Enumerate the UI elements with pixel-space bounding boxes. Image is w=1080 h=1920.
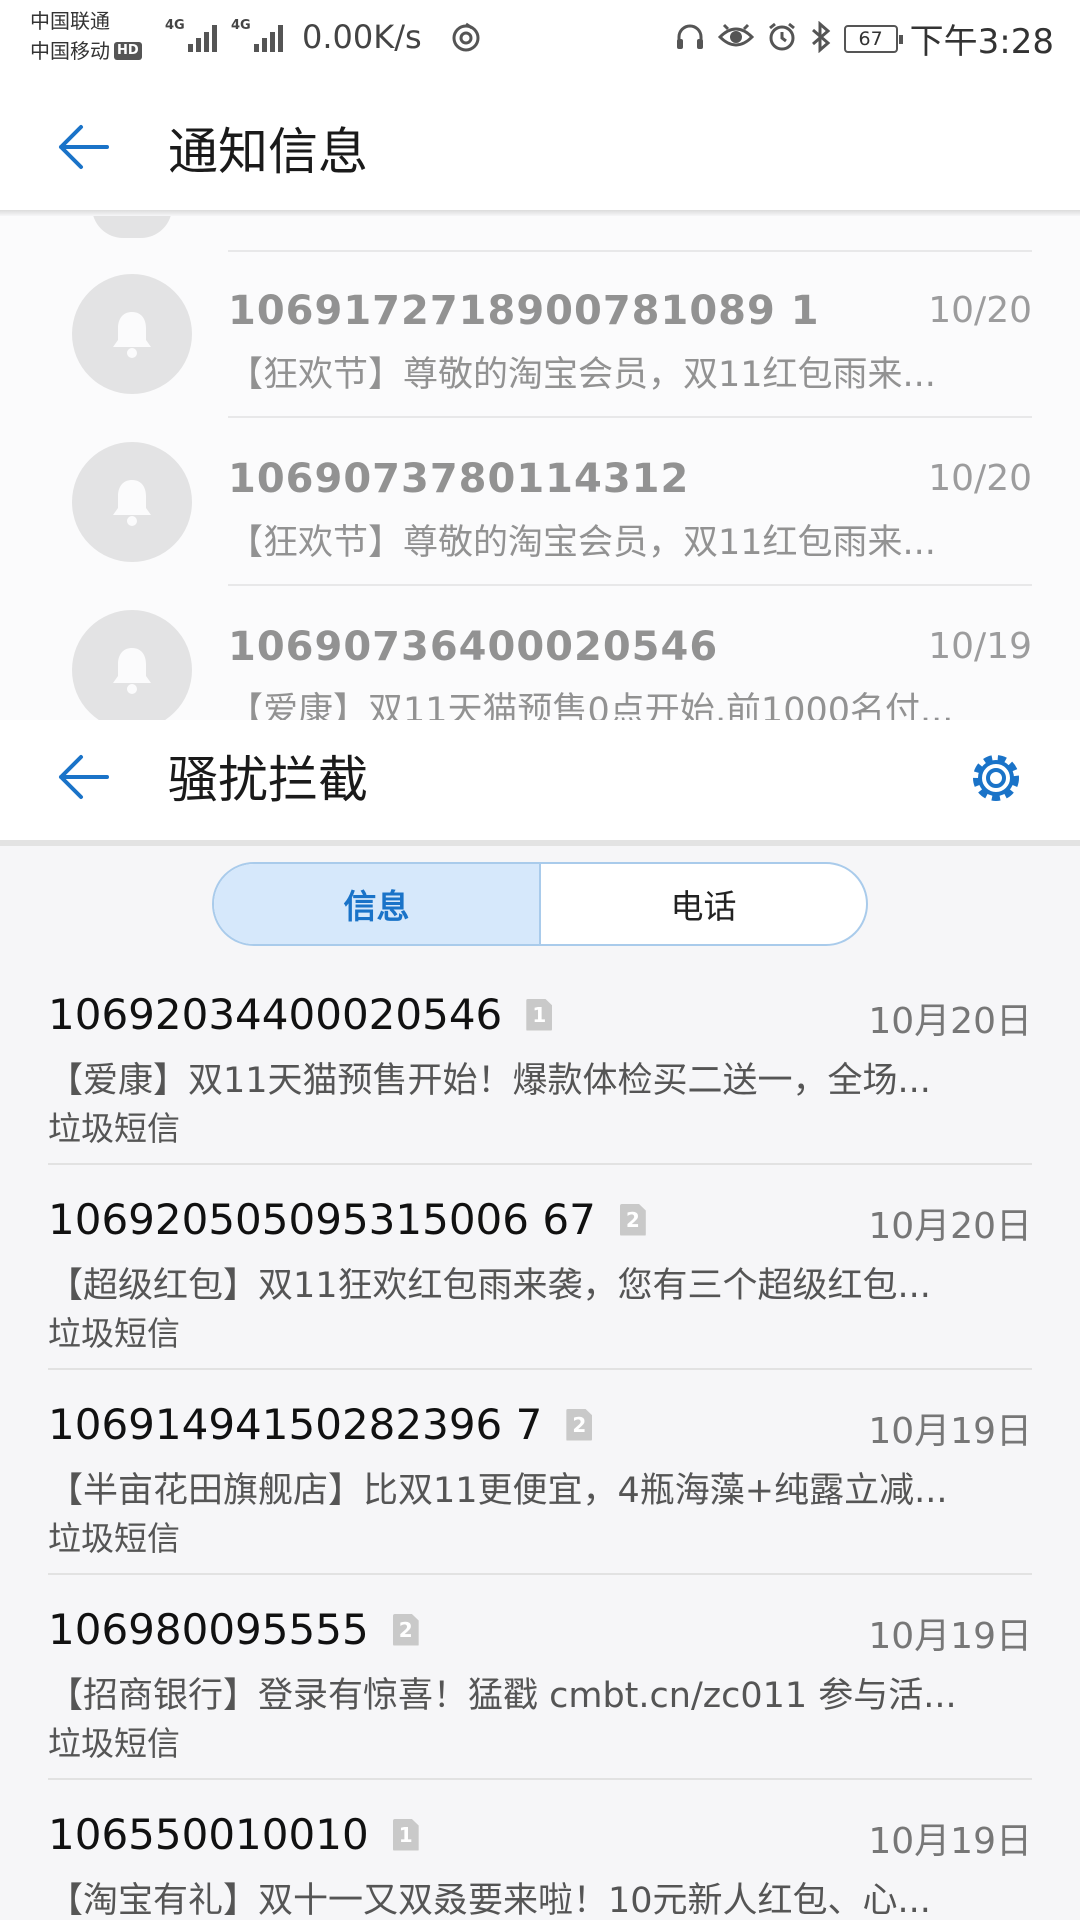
network-type-1: 4G (165, 18, 185, 33)
message-date: 10月19日 (868, 1821, 1032, 1862)
page-title: 通知信息 (168, 123, 368, 181)
avatar (72, 274, 192, 394)
settings-button[interactable] (960, 742, 1032, 814)
list-item[interactable]: 1069172718900781089 1 10/20 【狂欢节】尊敬的淘宝会员… (0, 250, 1080, 418)
message-preview: 【超级红包】双11狂欢红包雨来袭，您有三个超级红包... (48, 1266, 931, 1306)
signal-strength-icon: 4G (231, 18, 283, 52)
sender-row: 106550010010 1 (48, 1810, 419, 1859)
spam-filter-header: 骚扰拦截 (0, 720, 1080, 846)
page-title: 骚扰拦截 (168, 751, 368, 809)
sim-card-icon: 2 (619, 1203, 646, 1236)
arrow-left-icon (59, 755, 109, 799)
message-date: 10月19日 (868, 1411, 1032, 1452)
network-speed: 0.00K/s (302, 18, 422, 56)
message-preview: 【爱康】双11天猫预售开始！爆款体检买二送一，全场... (48, 1061, 931, 1101)
list-item[interactable]: 106550010010 1 10月19日 【淘宝有礼】双十一又双叒要来啦！10… (0, 1780, 1080, 1920)
sim-card-icon: 1 (526, 998, 553, 1031)
avatar (72, 610, 192, 720)
sender-row: 10692034400020546 1 (48, 990, 553, 1039)
back-button[interactable] (48, 742, 118, 812)
spam-label: 垃圾短信 (48, 1519, 180, 1558)
bell-icon (113, 312, 151, 358)
sender-number: 10691494150282396 7 (48, 1400, 543, 1449)
list-item[interactable]: 10692034400020546 1 10月20日 【爱康】双11天猫预售开始… (0, 960, 1080, 1165)
spam-message-list[interactable]: 10692034400020546 1 10月20日 【爱康】双11天猫预售开始… (0, 960, 1080, 1920)
sender-number: 106550010010 (48, 1810, 369, 1859)
list-item[interactable]: 106980095555 2 10月19日 【招商银行】登录有惊喜！猛戳 cmb… (0, 1575, 1080, 1780)
carrier-2: 中国移动 (30, 39, 110, 63)
status-icons: 67 下午3:28 (674, 14, 1054, 63)
sender-number: 106920505095315006 67 (48, 1195, 596, 1244)
list-item[interactable]: 106920505095315006 67 2 10月20日 【超级红包】双11… (0, 1165, 1080, 1370)
tab-calls[interactable]: 电话 (541, 864, 866, 944)
bluetooth-icon (810, 20, 832, 57)
message-date: 10/20 (928, 290, 1032, 331)
message-date: 10月20日 (868, 1001, 1032, 1042)
bell-icon (113, 480, 151, 526)
sender-number: 1069073780114312 (228, 456, 690, 502)
alarm-icon (766, 21, 798, 57)
message-preview: 【招商银行】登录有惊喜！猛戳 cmbt.cn/zc011 参与活... (48, 1676, 957, 1716)
header-divider (0, 840, 1080, 846)
message-preview: 【狂欢节】尊敬的淘宝会员，双11红包雨来... (228, 523, 936, 563)
message-preview: 【狂欢节】尊敬的淘宝会员，双11红包雨来... (228, 355, 936, 395)
signal-strength-icon: 4G (165, 18, 217, 52)
notifications-header: 通知信息 (0, 80, 1080, 216)
list-item[interactable]: 10690736400020546 10/19 【爱康】双11天猫预售0点开始,… (0, 586, 1080, 720)
sim-card-icon: 2 (566, 1408, 593, 1441)
network-type-2: 4G (231, 18, 251, 33)
sender-number: 1069172718900781089 1 (228, 288, 820, 334)
status-bar: 中国联通 中国移动 HD 4G 4G 0.00K/s 67 下午3:28 (0, 0, 1080, 80)
spam-label: 垃圾短信 (48, 1109, 180, 1148)
message-date: 10月19日 (868, 1616, 1032, 1657)
list-item[interactable]: 10691494150282396 7 2 10月19日 【半亩花田旗舰店】比双… (0, 1370, 1080, 1575)
message-preview: 【淘宝有礼】双十一又双叒要来啦！10元新人红包、心... (48, 1881, 931, 1920)
segmented-control: 信息 电话 (212, 862, 868, 946)
sim-card-icon: 1 (392, 1818, 419, 1851)
avatar (92, 216, 172, 238)
clock: 下午3:28 (909, 22, 1054, 62)
message-date: 10月20日 (868, 1206, 1032, 1247)
message-date: 10/20 (928, 458, 1032, 499)
eye-icon (717, 21, 754, 57)
avatar (72, 442, 192, 562)
hd-badge: HD (114, 42, 142, 60)
battery-indicator: 67 (843, 24, 903, 53)
signal-indicators: 4G 4G (165, 18, 283, 52)
message-date: 10/19 (928, 626, 1032, 667)
notification-list[interactable]: 1069172718900781089 1 10/20 【狂欢节】尊敬的淘宝会员… (0, 216, 1080, 720)
bell-icon (113, 648, 151, 694)
tab-messages[interactable]: 信息 (214, 864, 541, 944)
sender-number: 10690736400020546 (228, 624, 719, 670)
sender-row: 106980095555 2 (48, 1605, 419, 1654)
back-button[interactable] (48, 112, 118, 182)
sim-card-icon: 2 (392, 1613, 419, 1646)
arrow-left-icon (59, 125, 109, 169)
sender-row: 106920505095315006 67 2 (48, 1195, 646, 1244)
message-preview: 【爱康】双11天猫预售0点开始,前1000名付... (228, 691, 954, 720)
spam-label: 垃圾短信 (48, 1314, 180, 1353)
carrier-info: 中国联通 中国移动 HD (30, 6, 142, 66)
sender-number: 10692034400020546 (48, 990, 503, 1039)
spam-label: 垃圾短信 (48, 1724, 180, 1763)
list-item[interactable]: 1069073780114312 10/20 【狂欢节】尊敬的淘宝会员，双11红… (0, 418, 1080, 586)
sender-number: 106980095555 (48, 1605, 369, 1654)
message-preview: 【半亩花田旗舰店】比双11更便宜，4瓶海藻+纯露立减... (48, 1471, 948, 1511)
hotspot-icon (450, 22, 482, 58)
sender-row: 10691494150282396 7 2 (48, 1400, 593, 1449)
gear-icon (973, 755, 1019, 801)
headset-icon (674, 21, 706, 57)
carrier-1: 中国联通 (30, 9, 110, 33)
